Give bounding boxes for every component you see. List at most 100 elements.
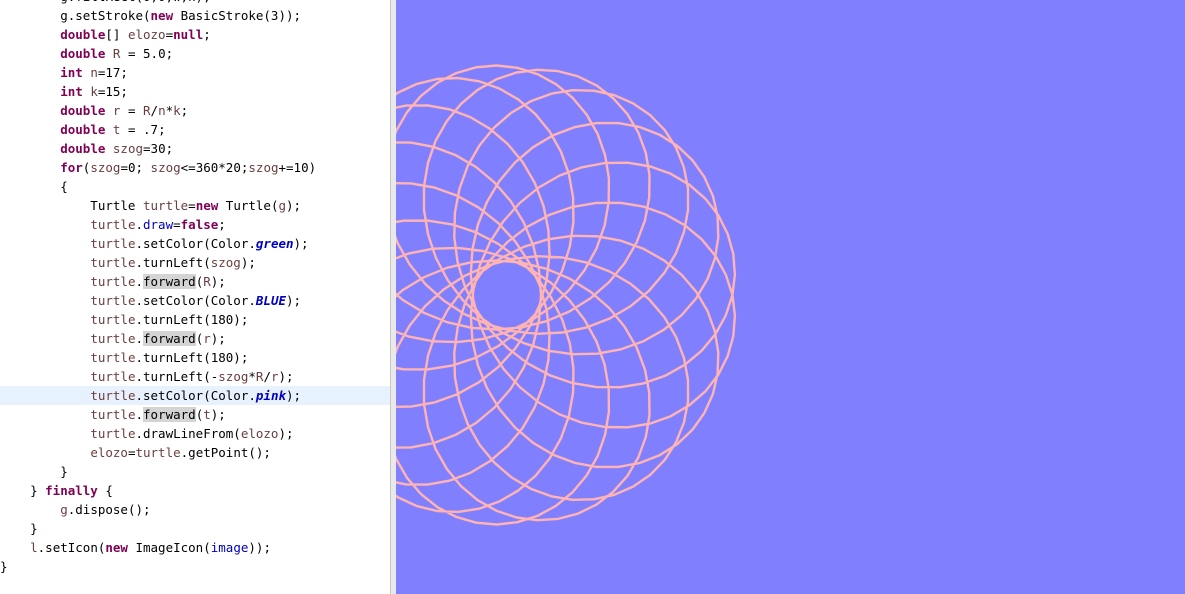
code-token: R xyxy=(143,103,151,118)
code-token: Turtle xyxy=(0,198,143,213)
code-token: turtle xyxy=(90,407,136,422)
code-line[interactable]: { xyxy=(0,177,390,196)
code-token: / xyxy=(263,369,271,384)
code-line[interactable]: turtle.forward(t); xyxy=(0,405,390,424)
code-line[interactable]: turtle.drawLineFrom(elozo); xyxy=(0,424,390,443)
code-token: szog xyxy=(248,160,279,175)
code-line[interactable]: l.setIcon(new ImageIcon(image)); xyxy=(0,538,390,557)
code-line[interactable]: int n=17; xyxy=(0,63,390,82)
code-token: ); xyxy=(286,388,302,403)
code-token: green xyxy=(255,236,294,251)
code-line[interactable]: } xyxy=(0,462,390,481)
code-line[interactable]: turtle.setColor(Color.BLUE); xyxy=(0,291,390,310)
code-token: image xyxy=(210,540,249,555)
code-token: R xyxy=(203,274,211,289)
code-line[interactable]: double[] elozo=null; xyxy=(0,25,390,44)
code-token: for xyxy=(60,160,83,175)
code-token: .drawLineFrom( xyxy=(135,426,241,441)
code-token: ; xyxy=(203,27,211,42)
code-token: * xyxy=(165,103,174,118)
code-token: n xyxy=(158,103,166,118)
code-token: turtle xyxy=(90,388,136,403)
code-token: ); xyxy=(293,236,309,251)
code-token: turtle xyxy=(135,445,181,460)
code-token: [] xyxy=(105,27,128,42)
code-token: } xyxy=(0,559,8,574)
code-token: double xyxy=(60,46,106,61)
code-token: . xyxy=(135,407,143,422)
code-line[interactable]: double szog=30; xyxy=(0,139,390,158)
code-token: new xyxy=(150,8,174,23)
code-token: pink xyxy=(255,388,286,403)
code-token: = 5.0; xyxy=(120,46,174,61)
code-line[interactable]: g.dispose(); xyxy=(0,500,390,519)
code-token: szog xyxy=(210,255,241,270)
code-token: ImageIcon( xyxy=(127,540,211,555)
code-token: <=360*20; xyxy=(180,160,249,175)
code-token: elozo xyxy=(90,445,128,460)
code-token: turtle xyxy=(143,198,189,213)
code-line[interactable]: turtle.turnLeft(180); xyxy=(0,310,390,329)
code-token: r xyxy=(270,369,279,384)
code-token: szog xyxy=(112,141,144,156)
code-token: int xyxy=(60,84,83,99)
code-line[interactable]: turtle.forward(R); xyxy=(0,272,390,291)
code-token: .turnLeft(- xyxy=(135,369,219,384)
code-lines: g.fillRect(0,0,w,h); g.setStroke(new Bas… xyxy=(0,0,390,576)
code-line[interactable]: double r = R/n*k; xyxy=(0,101,390,120)
code-line[interactable]: turtle.turnLeft(szog); xyxy=(0,253,390,272)
code-token: turtle xyxy=(90,217,136,232)
code-token: null xyxy=(173,27,204,42)
code-line[interactable]: } xyxy=(0,557,390,576)
code-line[interactable]: turtle.forward(r); xyxy=(0,329,390,348)
code-token: draw xyxy=(143,217,174,232)
code-token: BLUE xyxy=(255,293,286,308)
code-token: forward xyxy=(143,274,196,289)
code-token: elozo xyxy=(240,426,279,441)
code-token: . xyxy=(135,331,143,346)
code-line[interactable]: double R = 5.0; xyxy=(0,44,390,63)
code-line[interactable]: double t = .7; xyxy=(0,120,390,139)
code-token: ; xyxy=(180,103,189,118)
code-token: ); xyxy=(240,255,256,270)
code-line[interactable]: int k=15; xyxy=(0,82,390,101)
code-line[interactable]: elozo=turtle.getPoint(); xyxy=(0,443,390,462)
code-line[interactable]: turtle.setColor(Color.green); xyxy=(0,234,390,253)
code-line[interactable]: turtle.turnLeft(-szog*R/r); xyxy=(0,367,390,386)
code-token: double xyxy=(60,27,106,42)
code-token: . xyxy=(135,274,143,289)
code-line[interactable]: g.setStroke(new BasicStroke(3)); xyxy=(0,6,390,25)
code-token: = xyxy=(165,27,174,42)
code-editor[interactable]: g.fillRect(0,0,w,h); g.setStroke(new Bas… xyxy=(0,0,390,594)
code-line[interactable]: turtle.turnLeft(180); xyxy=(0,348,390,367)
code-line[interactable]: turtle.setColor(Color.pink); xyxy=(0,386,390,405)
code-token: . xyxy=(135,217,143,232)
code-token: g xyxy=(60,502,68,517)
code-line[interactable]: Turtle turtle=new Turtle(g); xyxy=(0,196,390,215)
code-token: t xyxy=(203,407,211,422)
code-line[interactable]: } xyxy=(0,519,390,538)
code-token: ); xyxy=(286,293,302,308)
code-token: k xyxy=(173,103,181,118)
code-token: +=10) xyxy=(278,160,317,175)
drawing-output-panel xyxy=(396,0,1185,594)
code-line[interactable]: for(szog=0; szog<=360*20;szog+=10) xyxy=(0,158,390,177)
code-token: = xyxy=(173,217,181,232)
code-line[interactable]: turtle.draw=false; xyxy=(0,215,390,234)
code-token: .turnLeft( xyxy=(135,255,211,270)
turtle-drawing xyxy=(396,64,737,526)
code-line[interactable]: } finally { xyxy=(0,481,390,500)
code-token: forward xyxy=(143,331,196,346)
